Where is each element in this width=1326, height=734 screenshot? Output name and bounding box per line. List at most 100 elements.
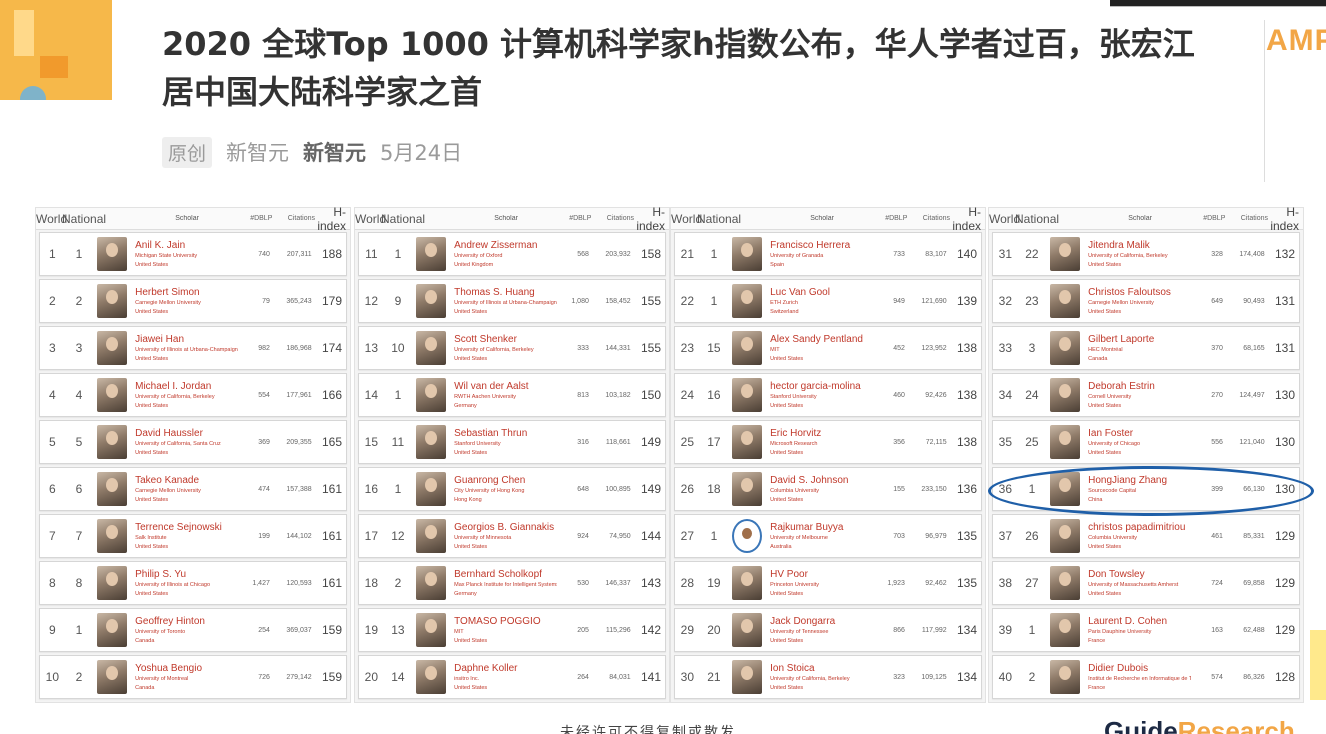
dblp-count: 724 [1211, 579, 1223, 587]
world-rank: 30 [680, 670, 695, 684]
scholar-cell: Rajkumar Buyya University of Melbourne Aus… [766, 522, 873, 551]
national-rank: 15 [707, 341, 721, 355]
scholar-photo [416, 613, 447, 647]
table-row: 34 24 Deborah Estrin Cornell University Unit… [992, 373, 1300, 417]
national-rank: 1 [710, 529, 718, 543]
scholar-institution: Salk Institute [135, 534, 167, 541]
dblp-count: 205 [577, 626, 589, 634]
photo-cell [93, 613, 131, 647]
table-row: 24 16 hector garcia-molina Stanford Univers… [674, 373, 982, 417]
table-row: 21 1 Francisco Herrera University of Granad… [674, 232, 982, 276]
ranking-panel-1: World National Scholar #DBLP Citations H-inde… [35, 205, 351, 703]
photo-cell [1046, 472, 1084, 506]
h-index: 158 [640, 247, 662, 261]
table-row: 33 3 Gilbert Laporte HEC Montréal Canada 370 6… [992, 326, 1300, 370]
national-rank: 8 [75, 576, 83, 590]
world-rank: 13 [364, 341, 379, 355]
scholar-institution: MIT [454, 628, 464, 635]
author-link[interactable]: 新智元 [303, 137, 366, 167]
scholar-name: Takeo Kanade [135, 474, 200, 486]
dblp-count: 648 [577, 485, 589, 493]
scholar-institution: Michigan State University [135, 252, 198, 259]
national-rank: 14 [391, 670, 405, 684]
national-rank: 1 [1028, 623, 1036, 637]
scholar-cell: Ian Foster University of Chicago United St… [1084, 428, 1191, 457]
scholar-name: TOMASO POGGIO [454, 615, 541, 627]
world-rank: 35 [998, 435, 1013, 449]
h-index: 131 [1274, 294, 1296, 308]
scholar-cell: Andrew Zisserman University of Oxford Unit… [450, 240, 557, 269]
scholar-cell: Wil van der Aalst RWTH Aachen University G… [450, 381, 557, 410]
citation-count: 186,968 [286, 344, 312, 352]
side-brand-logo: AMP [1266, 24, 1326, 57]
h-index: 143 [640, 576, 662, 590]
national-rank: 1 [710, 247, 718, 261]
photo-cell [93, 472, 131, 506]
scholar-cell: Christos Faloutsos Carnegie Mellon Univer… [1084, 287, 1191, 316]
scholar-cell: Eric Horvitz Microsoft Research United Sta… [766, 428, 873, 457]
scholar-country: United States [135, 261, 169, 268]
scholar-institution: University of Massachusetts Amherst [1088, 581, 1179, 588]
scholar-photo [1050, 284, 1081, 318]
photo-cell [93, 284, 131, 318]
ranking-panel-2: World National Scholar #DBLP Citations H-inde… [354, 205, 670, 703]
scholar-institution: Columbia University [1088, 534, 1138, 541]
table-row: 31 22 Jitendra Malik University of Californ… [992, 232, 1300, 276]
photo-cell [412, 660, 450, 694]
world-rank: 29 [680, 623, 695, 637]
scholar-country: United States [1088, 449, 1122, 456]
header-world: World [36, 211, 68, 226]
scholar-country: United States [454, 449, 488, 456]
table-row: 9 1 Geoffrey Hinton University of Toronto Ca… [39, 608, 347, 652]
citation-count: 233,150 [921, 485, 947, 493]
world-rank: 26 [680, 482, 695, 496]
dblp-count: 316 [577, 438, 589, 446]
scholar-photo [97, 331, 128, 365]
world-rank: 32 [998, 294, 1013, 308]
scholar-cell: Philip S. Yu University of Illinois at Ch… [131, 569, 238, 598]
scholar-country: Canada [1088, 355, 1108, 362]
citation-count: 85,331 [1243, 532, 1265, 540]
scholar-name: Terrence Sejnowski [135, 521, 222, 533]
scholar-photo [1050, 425, 1081, 459]
scholar-country: United States [454, 637, 488, 644]
table-row: 13 10 Scott Shenker University of Californi… [358, 326, 666, 370]
national-rank: 27 [1025, 576, 1039, 590]
scholar-country: United States [135, 543, 169, 550]
panel-header: World National Scholar #DBLP Citations H-inde… [671, 204, 985, 233]
citation-count: 144,331 [605, 344, 631, 352]
national-rank: 1 [1028, 482, 1036, 496]
scholar-name: Jitendra Malik [1088, 239, 1150, 251]
scholar-country: United States [770, 590, 804, 597]
h-index: 136 [956, 482, 978, 496]
ranking-panel-4: World National Scholar #DBLP Citations H-inde… [988, 205, 1304, 703]
header-national: National [1015, 211, 1060, 226]
photo-cell [93, 660, 131, 694]
scholar-name: Georgios B. Giannakis [454, 521, 555, 533]
citation-count: 92,462 [925, 579, 947, 587]
table-row: 26 18 David S. Johnson Columbia University U… [674, 467, 982, 511]
dblp-count: 370 [1211, 344, 1223, 352]
world-rank: 25 [680, 435, 695, 449]
dblp-count: 323 [893, 673, 905, 681]
scholar-photo [732, 566, 763, 600]
header-hindex: H-index [952, 204, 982, 233]
dblp-count: 461 [1211, 532, 1223, 540]
panel-header: World National Scholar #DBLP Citations H-inde… [36, 205, 350, 233]
decorative-corner [0, 0, 112, 100]
dblp-count: 1,080 [571, 297, 589, 305]
photo-cell [93, 566, 131, 600]
h-index: 161 [321, 576, 343, 590]
national-rank: 13 [391, 623, 405, 637]
photo-cell [93, 519, 131, 553]
dblp-count: 568 [577, 250, 589, 258]
scholar-name: Scott Shenker [454, 333, 517, 345]
scholar-photo [1050, 519, 1081, 553]
world-rank: 15 [364, 435, 379, 449]
citation-count: 120,593 [286, 579, 312, 587]
citation-count: 121,040 [1239, 438, 1265, 446]
national-rank: 1 [75, 247, 83, 261]
photo-cell [1046, 331, 1084, 365]
table-row: 23 15 Alex Sandy Pentland MIT United States 4… [674, 326, 982, 370]
photo-cell [728, 472, 766, 506]
